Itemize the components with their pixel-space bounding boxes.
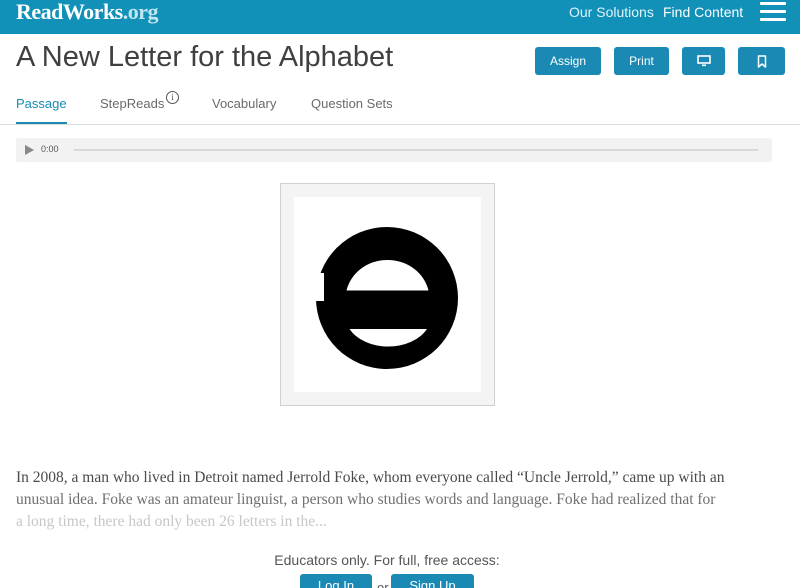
log-in-button[interactable]: Log In xyxy=(300,574,372,588)
or-separator: or xyxy=(377,580,389,588)
passage-line-2: unusual idea. Foke was an amateur lingui… xyxy=(16,491,716,508)
schwa-letter-image xyxy=(294,227,458,369)
top-navigation-bar: ReadWorks.org Our Solutions Find Content xyxy=(0,0,800,34)
bookmark-button[interactable] xyxy=(738,47,785,75)
hamburger-menu-icon[interactable] xyxy=(760,0,786,22)
sign-up-button[interactable]: Sign Up xyxy=(391,574,474,588)
tab-question-sets[interactable]: Question Sets xyxy=(311,96,393,111)
nav-our-solutions-link[interactable]: Our Solutions xyxy=(569,4,654,20)
play-icon[interactable] xyxy=(25,145,34,155)
assign-button[interactable]: Assign xyxy=(535,47,601,75)
logo-suffix: .org xyxy=(122,0,159,24)
nav-find-content-link[interactable]: Find Content xyxy=(663,4,743,20)
content-tabs: Passage StepReads Vocabulary Question Se… xyxy=(0,88,800,125)
readworks-logo[interactable]: ReadWorks.org xyxy=(16,0,159,25)
page-title: A New Letter for the Alphabet xyxy=(16,41,394,73)
tab-vocabulary[interactable]: Vocabulary xyxy=(212,96,276,111)
audio-time: 0:00 xyxy=(41,144,59,154)
menu-bar-bottom xyxy=(760,18,786,21)
menu-bar-top xyxy=(760,2,786,5)
educator-access-message: Educators only. For full, free access: xyxy=(274,552,500,568)
tab-passage[interactable]: Passage xyxy=(16,96,67,124)
bookmark-icon xyxy=(757,54,766,68)
monitor-icon xyxy=(696,55,711,67)
menu-bar-middle xyxy=(760,10,786,13)
tab-stepreads[interactable]: StepReads xyxy=(100,96,164,111)
present-button[interactable] xyxy=(682,47,725,75)
passage-image-frame xyxy=(280,183,495,406)
info-icon[interactable]: i xyxy=(166,91,179,104)
passage-line-1: In 2008, a man who lived in Detroit name… xyxy=(16,469,725,486)
audio-progress-track[interactable] xyxy=(74,149,758,151)
audio-player: 0:00 xyxy=(16,138,772,162)
logo-text: ReadWorks xyxy=(16,0,123,24)
passage-line-3: a long time, there had only been 26 lett… xyxy=(16,513,327,530)
print-button[interactable]: Print xyxy=(614,47,669,75)
passage-image xyxy=(294,197,481,392)
